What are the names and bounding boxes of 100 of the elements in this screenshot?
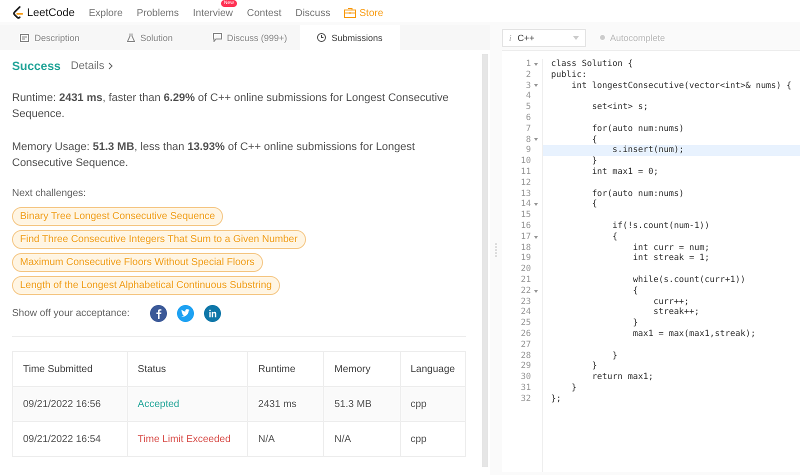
- line-number: 11: [520, 166, 531, 178]
- line-number: 27: [520, 340, 531, 351]
- line-number: 6: [526, 112, 531, 124]
- store-icon: [344, 8, 356, 18]
- chevron-right-icon: [108, 62, 114, 70]
- line-number: 28: [520, 350, 531, 362]
- line-number: 21: [520, 274, 531, 286]
- nav-link[interactable]: Interview: [192, 8, 233, 18]
- logo-text[interactable]: LeetCode: [27, 7, 75, 19]
- success-status: Success: [12, 59, 61, 73]
- line-number: 29: [520, 361, 531, 372]
- caret-icon: [573, 36, 579, 40]
- line-number: 18: [520, 242, 531, 254]
- dot-icon: [600, 35, 605, 40]
- code-line: }: [632, 318, 638, 328]
- line-number: 22: [520, 286, 531, 297]
- code-line: }: [590, 361, 598, 372]
- logo-icon: [12, 6, 24, 20]
- line-number: 5: [526, 102, 531, 113]
- table-cell: cpp: [400, 386, 466, 422]
- challenge-tag[interactable]: Maximum Consecutive Floors Without Special Floors: [12, 253, 263, 272]
- code-line: {: [611, 232, 618, 242]
- line-number: 20: [520, 264, 531, 275]
- drag-handle-icon[interactable]: [495, 243, 497, 257]
- tab[interactable]: Description: [0, 25, 100, 50]
- tab[interactable]: Discuss (999+): [200, 25, 300, 50]
- code-line: };: [551, 394, 562, 404]
- nav-link[interactable]: Contest: [246, 8, 282, 18]
- line-number: 2: [526, 70, 531, 81]
- code-line: max1 = max(max1,streak);: [632, 328, 756, 339]
- code-line: return max1;: [590, 372, 654, 382]
- line-number: 7: [526, 124, 531, 135]
- fold-arrow-icon[interactable]: [534, 290, 538, 293]
- code-line: public:: [551, 70, 587, 80]
- table-cell: N/A: [248, 422, 324, 456]
- code-line: while(s.count(curr+1)): [632, 274, 746, 285]
- line-number: 9: [526, 145, 531, 156]
- line-number: 31: [520, 382, 531, 394]
- code-line: }: [611, 350, 618, 361]
- table-cell: 51.3 MB: [324, 386, 400, 422]
- tab[interactable]: Solution: [100, 25, 200, 50]
- line-number: 15: [520, 210, 531, 221]
- code-line: int longestConsecutive(vector<int>& nums) {: [570, 80, 792, 91]
- line-number: 1: [526, 59, 531, 70]
- store-link[interactable]: Store: [359, 8, 384, 18]
- status-link[interactable]: Accepted: [138, 398, 180, 410]
- fold-arrow-icon[interactable]: [534, 138, 538, 142]
- line-number: 8: [526, 134, 531, 146]
- table-cell: 2431 ms: [248, 386, 324, 422]
- scrollbar[interactable]: [482, 54, 488, 467]
- code-line: int streak = 1;: [632, 253, 710, 264]
- line-number: 3: [526, 80, 531, 92]
- code-line: class Solution {: [551, 59, 633, 69]
- code-line: curr++;: [652, 296, 690, 307]
- table-cell: N/A: [324, 422, 400, 456]
- code-line: for(auto num:nums): [590, 188, 684, 199]
- chat-icon: [212, 33, 222, 42]
- status-link[interactable]: Time Limit Exceeded: [138, 434, 231, 444]
- challenge-tag[interactable]: Length of the Longest Alphabetical Continuous Substring: [12, 276, 280, 295]
- nav-link[interactable]: Discuss: [295, 8, 330, 18]
- line-number: 32: [520, 394, 531, 404]
- line-number: 13: [520, 188, 531, 200]
- line-number: 26: [520, 328, 531, 340]
- line-number: 12: [520, 178, 531, 189]
- fold-arrow-icon[interactable]: [534, 203, 538, 206]
- table-cell: 09/21/2022 16:54: [12, 422, 128, 456]
- details-link[interactable]: Details: [70, 60, 104, 72]
- code-line: set<int> s;: [590, 102, 648, 112]
- line-number: 16: [520, 220, 531, 232]
- nav-link[interactable]: Explore: [88, 8, 123, 18]
- line-number: 14: [520, 199, 531, 210]
- code-line: {: [590, 134, 598, 145]
- memory-summary: Memory Usage: 51.3 MB, less than 13.93% of C++ online submissions for Longest Consecutive Sequence.: [12, 140, 416, 171]
- code-line: s.insert(num);: [611, 145, 684, 156]
- challenge-tag[interactable]: Binary Tree Longest Consecutive Sequence: [12, 207, 224, 226]
- nav-link[interactable]: Problems: [136, 8, 179, 18]
- line-number: 25: [520, 318, 531, 329]
- line-number: 30: [520, 372, 531, 383]
- fold-arrow-icon[interactable]: [534, 84, 538, 88]
- line-number: 19: [520, 253, 531, 264]
- share-label: Show off your acceptance:: [12, 308, 130, 319]
- tab[interactable]: Submissions: [300, 25, 400, 50]
- code-line: if(!s.count(num-1)): [611, 220, 710, 231]
- code-line: int max1 = 0;: [590, 166, 658, 177]
- code-line: }: [570, 382, 577, 393]
- code-line: int curr = num;: [632, 242, 710, 253]
- next-challenges-label: Next challenges:: [12, 188, 87, 199]
- challenge-tag[interactable]: Find Three Consecutive Integers That Sum to a Given Number: [12, 230, 306, 249]
- line-number: 17: [520, 232, 531, 243]
- line-number: 23: [520, 296, 531, 308]
- linkedin-icon[interactable]: [204, 305, 221, 322]
- code-line: {: [590, 199, 598, 210]
- fold-arrow-icon[interactable]: [534, 62, 538, 66]
- facebook-icon[interactable]: [150, 305, 167, 322]
- clock-icon: [317, 33, 326, 42]
- line-number: 10: [520, 156, 531, 167]
- twitter-icon[interactable]: [176, 305, 194, 322]
- fold-arrow-icon[interactable]: [534, 236, 538, 239]
- code-line: }: [590, 156, 598, 166]
- language-dropdown[interactable]: i C++: [502, 28, 586, 46]
